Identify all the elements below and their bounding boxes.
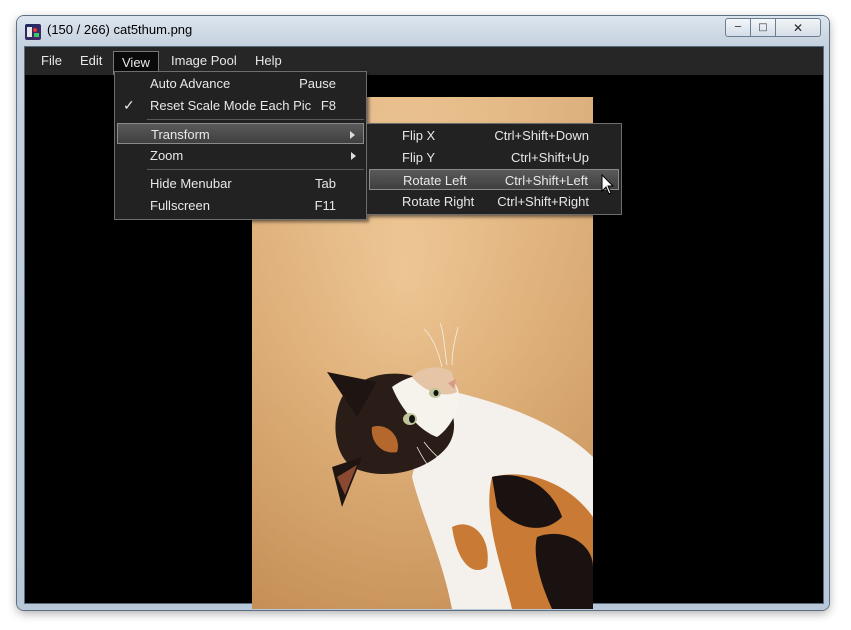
close-button[interactable]: ✕ — [776, 18, 821, 37]
shortcut-label: Ctrl+Shift+Right — [497, 194, 589, 209]
mouse-cursor-icon — [601, 174, 615, 195]
menu-item-zoom[interactable]: Zoom — [117, 145, 364, 166]
shortcut-label: F11 — [314, 198, 336, 213]
menu-item-auto-advance[interactable]: Auto Advance Pause — [117, 73, 364, 94]
menu-separator — [147, 169, 364, 170]
shortcut-label: Pause — [299, 76, 336, 91]
shortcut-label: Ctrl+Shift+Down — [494, 128, 589, 143]
menu-item-label: Fullscreen — [150, 198, 210, 213]
menu-item-label: Rotate Right — [402, 194, 475, 209]
shortcut-label: F8 — [320, 98, 336, 113]
menu-item-flip-y[interactable]: Flip Y Ctrl+Shift+Up — [369, 147, 619, 168]
menu-edit[interactable]: Edit — [72, 47, 110, 75]
window-title: (150 / 266) cat5thum.png — [47, 22, 193, 37]
menu-item-reset-scale-mode[interactable]: ✓ Reset Scale Mode Each Pic F8 — [117, 95, 364, 116]
app-icon[interactable] — [25, 24, 41, 40]
window-controls: ─ □ ✕ — [725, 18, 821, 37]
submenu-arrow-icon — [351, 152, 356, 160]
menu-item-label: Rotate Left — [403, 173, 467, 188]
menu-item-fullscreen[interactable]: Fullscreen F11 — [117, 195, 364, 216]
maximize-button[interactable]: □ — [751, 18, 776, 37]
menu-item-flip-x[interactable]: Flip X Ctrl+Shift+Down — [369, 125, 619, 146]
menu-item-hide-menubar[interactable]: Hide Menubar Tab — [117, 173, 364, 194]
shortcut-label: Tab — [315, 176, 336, 191]
menu-item-label: Zoom — [150, 148, 184, 163]
submenu-arrow-icon — [350, 131, 355, 139]
title-bar[interactable]: (150 / 266) cat5thum.png ─ □ ✕ — [17, 16, 829, 46]
minimize-button[interactable]: ─ — [725, 18, 751, 37]
shortcut-label: Ctrl+Shift+Up — [510, 150, 589, 165]
menu-item-rotate-left[interactable]: Rotate Left Ctrl+Shift+Left — [369, 169, 619, 190]
menu-file[interactable]: File — [33, 47, 70, 75]
menu-item-label: Auto Advance — [150, 76, 231, 91]
menu-separator — [147, 119, 364, 120]
shortcut-label: Ctrl+Shift+Left — [504, 173, 588, 188]
menu-item-label: Flip Y — [402, 150, 435, 165]
menu-item-label: Reset Scale Mode Each Pic — [150, 98, 312, 113]
menu-item-label: Flip X — [402, 128, 436, 143]
checkmark-icon: ✓ — [123, 97, 135, 113]
view-menu: Auto Advance Pause ✓ Reset Scale Mode Ea… — [114, 71, 367, 220]
menu-item-label: Transform — [151, 127, 210, 142]
menu-item-label: Hide Menubar — [150, 176, 232, 191]
menu-item-rotate-right[interactable]: Rotate Right Ctrl+Shift+Right — [369, 191, 619, 212]
menu-item-transform[interactable]: Transform — [117, 123, 364, 144]
transform-submenu: Flip X Ctrl+Shift+Down Flip Y Ctrl+Shift… — [366, 123, 622, 215]
